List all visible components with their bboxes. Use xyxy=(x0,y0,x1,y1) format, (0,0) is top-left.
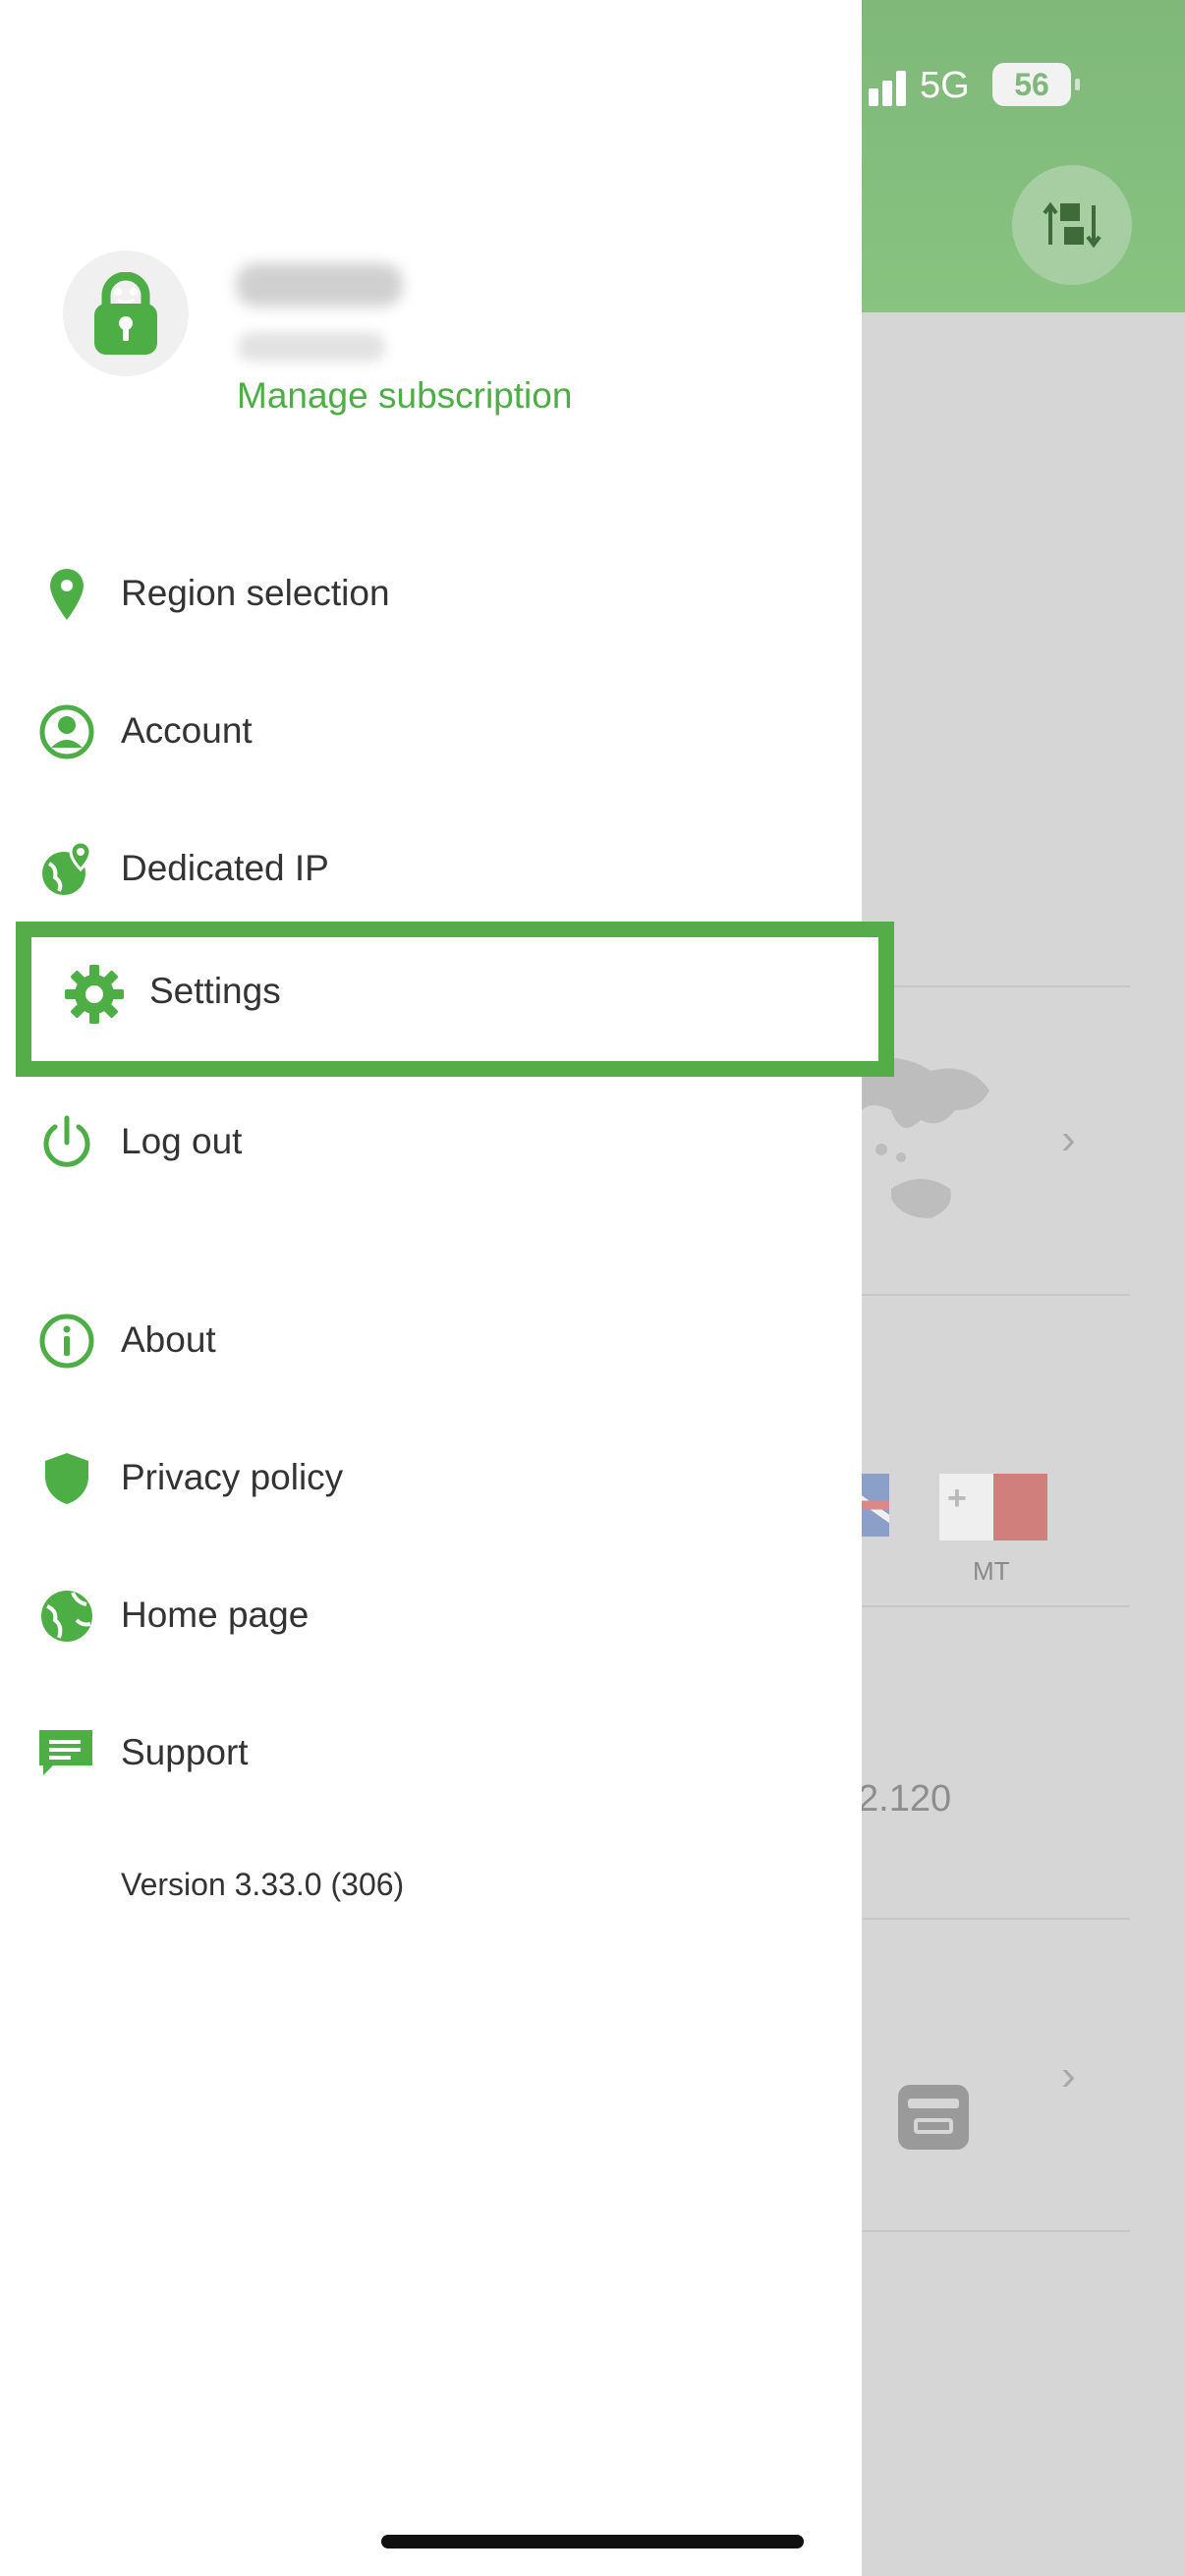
menu-item-support[interactable]: Support xyxy=(0,1695,862,1813)
shield-icon xyxy=(45,1453,88,1504)
battery-icon: 56 xyxy=(992,63,1071,106)
menu-item-label: About xyxy=(121,1319,216,1360)
plan-redacted xyxy=(238,332,385,362)
status-bar: 5G 56 xyxy=(861,59,1185,118)
menu-item-account[interactable]: Account xyxy=(0,673,862,791)
battery-tip xyxy=(1075,79,1080,90)
network-type: 5G xyxy=(920,65,970,106)
gear-icon xyxy=(65,965,124,1024)
app-version: Version 3.33.0 (306) xyxy=(121,1867,405,1902)
menu-item-label: Settings xyxy=(149,971,281,1011)
menu-item-privacy-policy[interactable]: Privacy policy xyxy=(0,1420,862,1538)
background-divider xyxy=(862,2230,1130,2232)
screen: 5G 56 › + MT 2.120 › Manage subscription… xyxy=(0,0,1185,2576)
menu-item-settings[interactable]: Settings xyxy=(16,922,894,1077)
chat-icon xyxy=(39,1730,92,1775)
background-divider xyxy=(862,1294,1130,1296)
incognito-card-icon xyxy=(898,2085,969,2150)
menu-item-dedicated-ip[interactable]: Dedicated IP xyxy=(0,811,862,928)
chevron-right-icon: › xyxy=(1061,2051,1076,2100)
menu-item-label: Dedicated IP xyxy=(121,848,329,888)
flag-mt-label: MT xyxy=(973,1556,1010,1586)
menu-item-about[interactable]: About xyxy=(0,1282,862,1400)
account-icon xyxy=(39,704,94,759)
menu-item-label: Account xyxy=(121,710,253,751)
globe-icon xyxy=(41,1591,92,1642)
flag-uk-icon[interactable] xyxy=(862,1474,889,1537)
avatar xyxy=(63,251,189,376)
globe-pin-icon xyxy=(42,840,92,895)
menu-item-label: Region selection xyxy=(121,573,390,613)
background-divider xyxy=(862,985,1130,987)
signal-icon xyxy=(869,67,918,106)
background-divider xyxy=(862,1605,1130,1607)
menu-item-label: Privacy policy xyxy=(121,1457,344,1497)
menu-item-region-selection[interactable]: Region selection xyxy=(0,535,862,653)
switch-arrows-icon xyxy=(1043,201,1101,249)
flag-mt-icon[interactable]: + xyxy=(939,1474,1047,1540)
menu-item-home-page[interactable]: Home page xyxy=(0,1557,862,1675)
menu-item-label: Home page xyxy=(121,1595,310,1635)
manage-subscription-link[interactable]: Manage subscription xyxy=(237,375,572,417)
location-pin-icon xyxy=(50,569,84,620)
menu-item-label: Support xyxy=(121,1732,249,1772)
info-icon xyxy=(39,1314,94,1369)
username-redacted xyxy=(236,263,403,307)
lock-logo-icon xyxy=(94,272,157,355)
ip-address-text: 2.120 xyxy=(858,1778,952,1820)
switch-view-button[interactable] xyxy=(1012,165,1132,285)
menu-item-log-out[interactable]: Log out xyxy=(0,1084,862,1202)
menu-item-label: Log out xyxy=(121,1121,243,1161)
background-divider xyxy=(862,1918,1130,1920)
home-indicator[interactable] xyxy=(381,2535,804,2548)
chevron-right-icon: › xyxy=(1061,1115,1076,1163)
power-icon xyxy=(43,1115,90,1167)
navigation-drawer: Manage subscription Region selection Acc… xyxy=(0,0,862,2576)
